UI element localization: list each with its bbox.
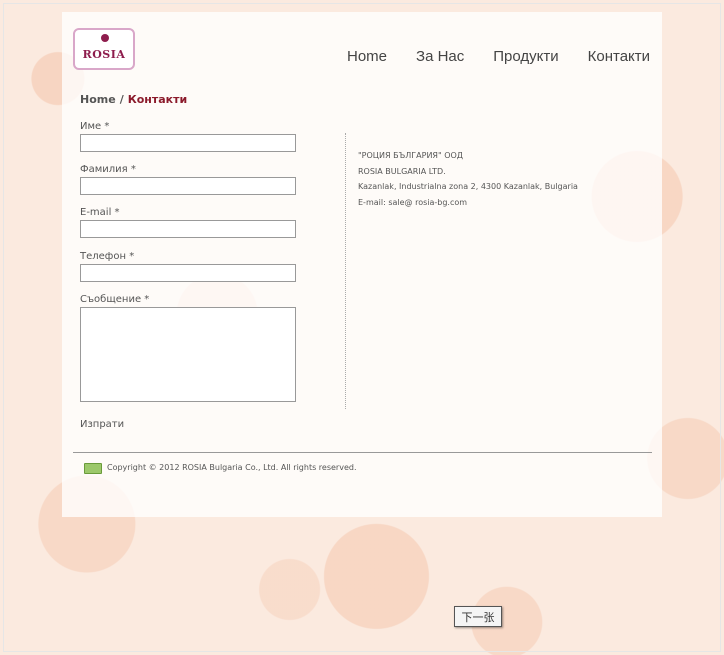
company-address: Kazanlak, Industrialna zona 2, 4300 Kaza… xyxy=(358,182,578,191)
next-button[interactable]: 下一张 xyxy=(454,606,502,627)
phone-input[interactable] xyxy=(80,264,296,282)
nav-item-products[interactable]: Продукти xyxy=(493,48,558,65)
company-email: E-mail: sale@ rosia-bg.com xyxy=(358,197,468,207)
last-name-input[interactable] xyxy=(80,177,296,195)
footer-divider xyxy=(73,452,652,453)
breadcrumb-home[interactable]: Home xyxy=(80,93,116,106)
email-field-group: E-mail * xyxy=(80,207,296,238)
copyright-text: Copyright © 2012 ROSIA Bulgaria Co., Ltd… xyxy=(107,463,357,472)
company-info: "РОЦИЯ БЪЛГАРИЯ" ООД ROSIA BULGARIA LTD.… xyxy=(358,148,578,210)
last-name-field-group: Фамилия * xyxy=(80,164,296,195)
column-divider xyxy=(345,133,346,409)
phone-field-group: Телефон * xyxy=(80,251,296,282)
breadcrumb-separator: / xyxy=(119,93,124,106)
breadcrumb: Home / Контакти xyxy=(80,93,187,106)
first-name-field-group: Име * xyxy=(80,121,296,152)
message-label: Съобщение * xyxy=(80,294,150,305)
phone-label: Телефон * xyxy=(80,251,135,262)
email-input[interactable] xyxy=(80,220,296,238)
first-name-label: Име * xyxy=(80,121,110,132)
nav-item-contacts[interactable]: Контакти xyxy=(588,48,650,65)
last-name-label: Фамилия * xyxy=(80,164,136,175)
message-textarea[interactable] xyxy=(80,307,296,402)
email-label: E-mail * xyxy=(80,207,120,218)
rose-icon xyxy=(101,34,109,42)
message-field-group: Съобщение * xyxy=(80,294,296,402)
nav-item-home[interactable]: Home xyxy=(347,48,387,65)
submit-button[interactable]: Изпрати xyxy=(80,419,124,430)
breadcrumb-current: Контакти xyxy=(127,93,188,106)
company-name-bg: "РОЦИЯ БЪЛГАРИЯ" ООД xyxy=(358,151,464,160)
nav-item-about[interactable]: За Нас xyxy=(416,48,464,65)
first-name-input[interactable] xyxy=(80,134,296,152)
logo[interactable]: ROSIA xyxy=(73,28,135,70)
company-name-en: ROSIA BULGARIA LTD. xyxy=(358,166,446,176)
main-nav: Home За Нас Продукти Контакти xyxy=(347,48,679,65)
logo-text: ROSIA xyxy=(82,47,126,61)
leaf-icon xyxy=(84,463,102,474)
